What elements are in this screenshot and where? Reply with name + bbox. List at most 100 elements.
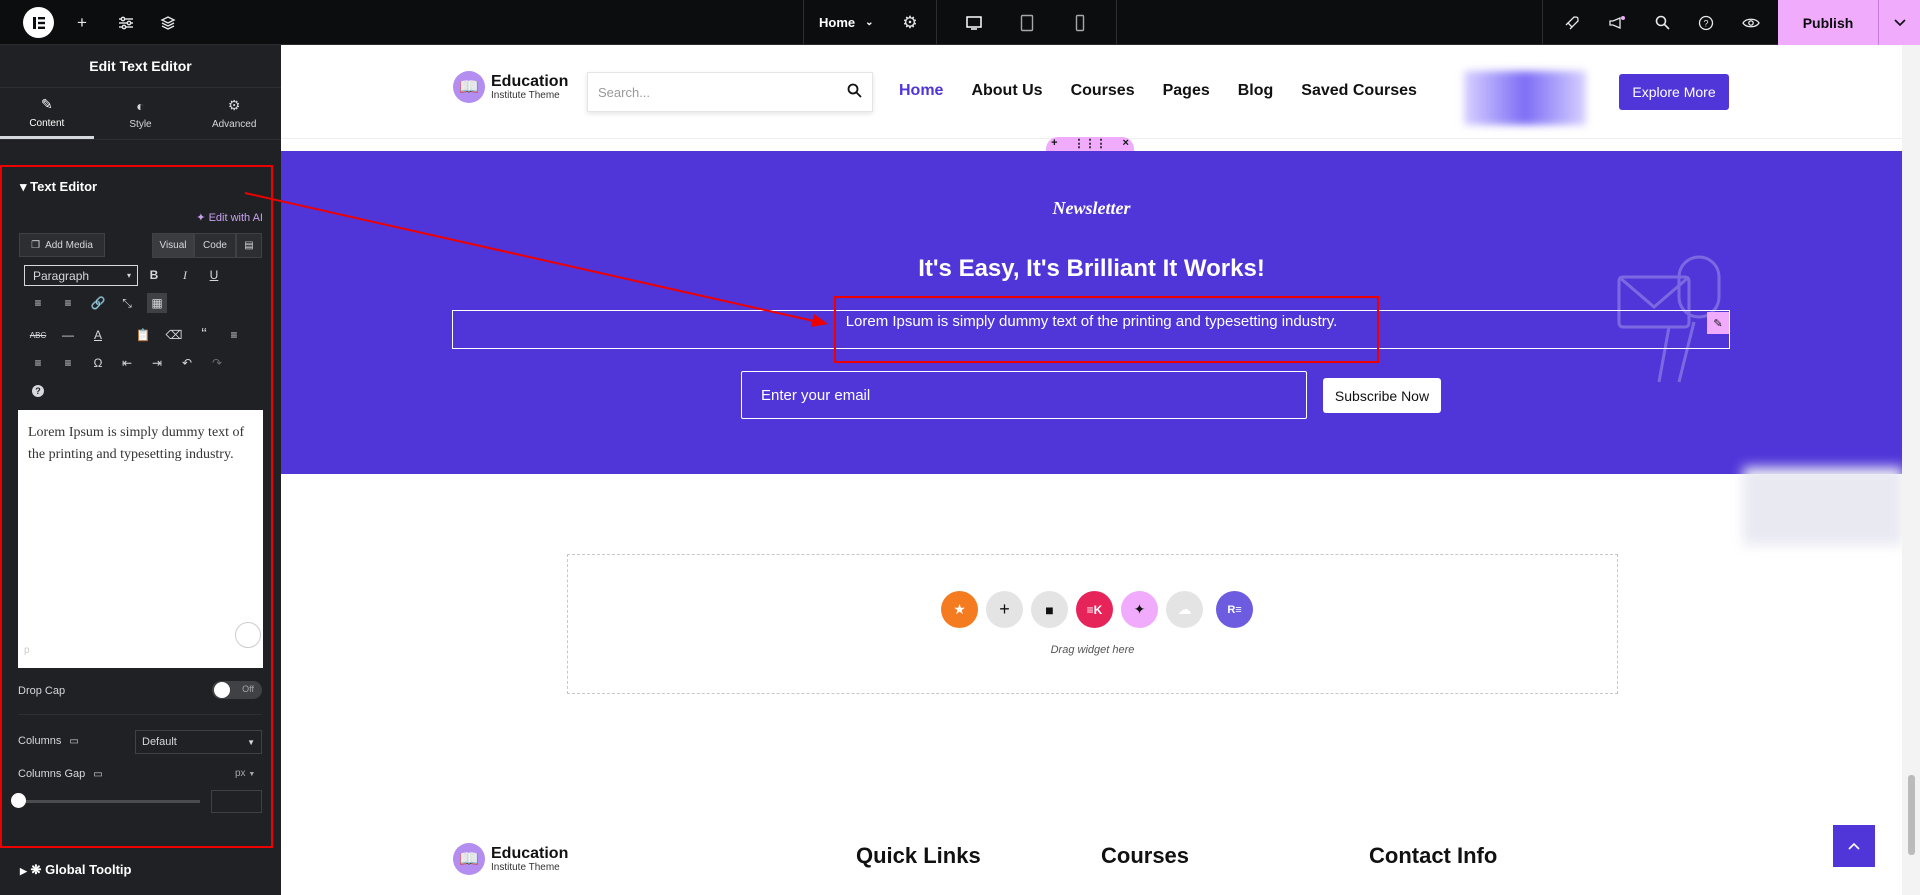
fullscreen-icon[interactable]: ⤡ (117, 293, 137, 313)
section-handle[interactable]: + ⋮⋮⋮ × (1046, 137, 1134, 151)
add-media-button[interactable]: ❐ Add Media (19, 233, 105, 257)
text-editor-content[interactable]: Lorem Ipsum is simply dummy text of the … (18, 410, 263, 668)
drop-cap-toggle[interactable]: Off (212, 681, 262, 699)
undo-icon[interactable]: ↶ (177, 353, 197, 373)
visual-tab[interactable]: Visual (152, 233, 194, 258)
text-color-icon[interactable]: A (88, 325, 108, 345)
columns-select[interactable]: Default ▼ (135, 730, 262, 754)
keyboard-shortcuts-help-icon[interactable]: ? (28, 381, 48, 401)
ai-sparkle-icon[interactable]: ✦ (1121, 591, 1158, 628)
bold-icon[interactable]: B (144, 265, 164, 285)
page-settings-gear-icon[interactable]: ⚙ (896, 0, 924, 45)
columns-gap-input[interactable] (211, 790, 262, 813)
tab-content[interactable]: ✎ Content (0, 88, 94, 139)
underline-icon[interactable]: U (204, 265, 224, 285)
blurred-element (1464, 71, 1586, 125)
columns-gap-slider-handle[interactable] (11, 793, 26, 808)
explore-more-button[interactable]: Explore More (1619, 74, 1729, 110)
footer-brand[interactable]: 📖 Education Institute Theme (453, 843, 568, 875)
chevron-down-icon: ⌄ (865, 17, 874, 28)
desktop-device-icon[interactable]: ▭ (69, 736, 78, 747)
nav-home[interactable]: Home (899, 82, 943, 100)
align-left-icon[interactable]: ≡ (224, 325, 244, 345)
columns-gap-slider-track[interactable] (18, 800, 200, 803)
columns-gap-label: Columns Gap ▭ (18, 768, 103, 780)
bullet-list-icon[interactable]: ≡ (28, 293, 48, 313)
paste-text-icon[interactable]: 📋 (133, 325, 153, 345)
blockquote-icon[interactable]: “ (194, 325, 214, 345)
clear-formatting-icon[interactable]: ⌫ (164, 325, 184, 345)
strikethrough-icon[interactable]: ABC (28, 325, 48, 345)
align-center-icon[interactable]: ≡ (28, 353, 48, 373)
panel-tabs: ✎ Content ◐ Style ⚙ Advanced (0, 88, 281, 140)
scrollbar-thumb[interactable] (1908, 775, 1915, 855)
link-icon[interactable]: 🔗 (88, 293, 108, 313)
elementor-logo-icon[interactable] (23, 7, 54, 38)
database-icon[interactable]: ▤ (236, 233, 262, 258)
nav-blog[interactable]: Blog (1238, 82, 1274, 100)
site-search[interactable]: Search... (587, 72, 873, 112)
publish-button[interactable]: Publish (1778, 0, 1920, 45)
drag-grid-icon[interactable]: ⋮⋮⋮ (1074, 137, 1107, 151)
outdent-icon[interactable]: ⇤ (117, 353, 137, 373)
preview-eye-icon[interactable] (1737, 0, 1765, 45)
subscribe-button[interactable]: Subscribe Now (1323, 378, 1441, 413)
add-icon[interactable]: + (1051, 137, 1057, 151)
nav-courses[interactable]: Courses (1071, 82, 1135, 100)
email-input[interactable]: Enter your email (741, 371, 1307, 419)
back-to-top-button[interactable] (1833, 825, 1875, 867)
chevron-down-icon[interactable] (1878, 0, 1920, 45)
paragraph-format-select[interactable]: Paragraph ▾ (24, 265, 138, 286)
footer-courses-heading: Courses (1101, 843, 1190, 868)
tab-label: Style (129, 118, 152, 130)
page-name: Home (819, 15, 856, 30)
editor-text[interactable]: Lorem Ipsum is simply dummy text of the … (28, 422, 253, 466)
structure-layers-icon[interactable] (154, 0, 182, 45)
search-icon[interactable] (1648, 0, 1676, 45)
nav-about[interactable]: About Us (971, 82, 1042, 100)
edit-with-ai-button[interactable]: ✦ Edit with AI (196, 211, 263, 224)
tablet-view-icon[interactable] (1015, 0, 1039, 45)
numbered-list-icon[interactable]: ≡ (58, 293, 78, 313)
notifications-megaphone-icon[interactable] (1603, 0, 1631, 45)
rocket-icon[interactable] (1558, 0, 1586, 45)
tab-style[interactable]: ◐ Style (94, 88, 188, 139)
mobile-view-icon[interactable] (1068, 0, 1092, 45)
ek-addon-icon[interactable]: ≡K (1076, 591, 1113, 628)
add-section-icon[interactable]: + (986, 591, 1023, 628)
section-header[interactable]: ▾ Text Editor (20, 179, 97, 195)
horizontal-line-icon[interactable]: — (58, 325, 78, 345)
unit-selector[interactable]: px ▼ (235, 768, 255, 779)
site-brand[interactable]: 📖 Education Institute Theme (453, 71, 568, 103)
tab-advanced[interactable]: ⚙ Advanced (187, 88, 281, 139)
toolbar-toggle-icon[interactable]: ▦ (147, 293, 167, 313)
tab-label: Content (29, 117, 65, 129)
add-element-icon[interactable]: + (68, 0, 96, 45)
search-icon[interactable] (847, 83, 862, 101)
folder-icon[interactable]: ■ (1031, 591, 1068, 628)
special-character-icon[interactable]: Ω (88, 353, 108, 373)
close-icon[interactable]: × (1123, 137, 1129, 151)
code-tab[interactable]: Code (194, 233, 236, 258)
redo-icon[interactable]: ↷ (207, 353, 227, 373)
re-addon-icon[interactable]: R≡ (1216, 591, 1253, 628)
cloud-icon[interactable]: ☁ (1166, 591, 1203, 628)
canvas-scrollbar[interactable] (1902, 45, 1920, 895)
page-selector[interactable]: Home ⌄ (819, 0, 874, 45)
italic-icon[interactable]: I (175, 265, 195, 285)
align-right-icon[interactable]: ≡ (58, 353, 78, 373)
widget-dropzone[interactable]: ★ + ■ ≡K ✦ ☁ R≡ Drag widget here (567, 554, 1618, 694)
edit-widget-pencil-icon[interactable]: ✎ (1707, 312, 1729, 334)
desktop-view-icon[interactable] (962, 0, 986, 45)
global-tooltip-section[interactable]: ▶ ❋ Global Tooltip (20, 862, 132, 878)
site-settings-icon[interactable] (112, 0, 140, 45)
help-icon[interactable]: ? (1692, 0, 1720, 45)
desktop-device-icon[interactable]: ▭ (93, 769, 102, 780)
section-title: Text Editor (30, 179, 98, 194)
svg-text:?: ? (1703, 18, 1708, 28)
indent-icon[interactable]: ⇥ (147, 353, 167, 373)
star-icon[interactable]: ★ (941, 591, 978, 628)
nav-pages[interactable]: Pages (1163, 82, 1210, 100)
nav-saved-courses[interactable]: Saved Courses (1301, 82, 1417, 100)
resize-handle[interactable] (235, 622, 261, 648)
